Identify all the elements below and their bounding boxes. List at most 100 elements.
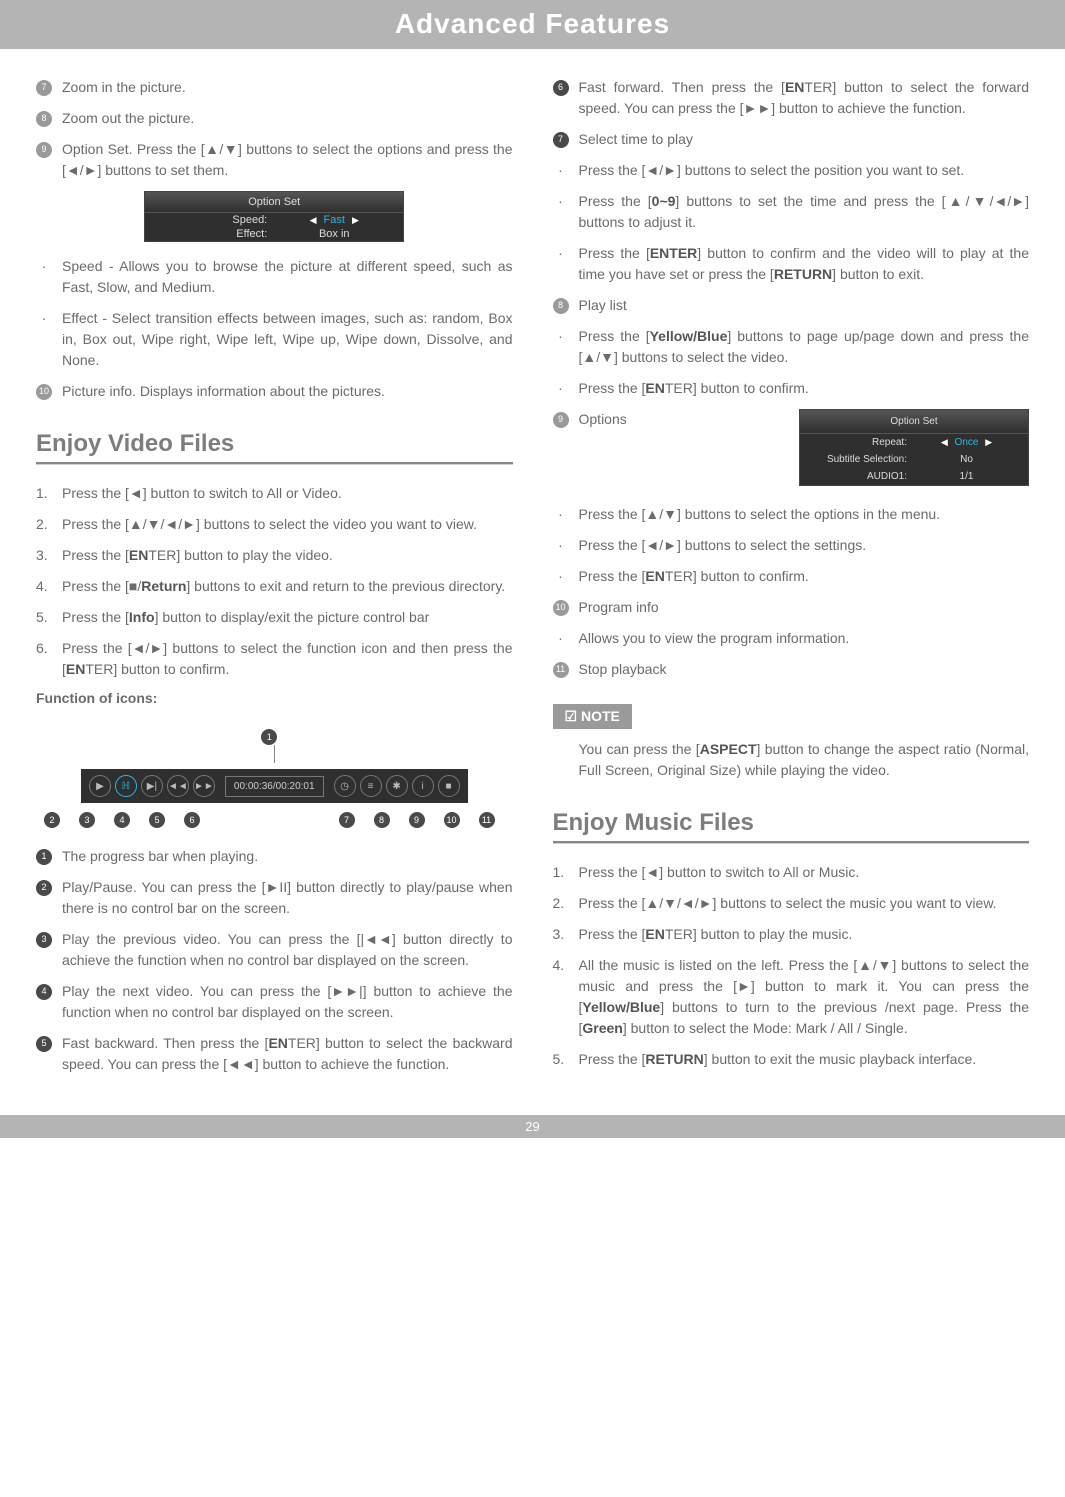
list-icon[interactable]: ≡ [360,775,382,797]
chevron-right-icon[interactable]: ▶ [348,215,363,225]
number-badge: 7 [339,812,355,828]
option-set-title: Option Set [800,410,1028,434]
dot-icon: · [553,160,569,181]
badge-9: 9 [553,412,569,428]
bullet-item: · Press the [ENTER] button to confirm. [553,566,1030,587]
bullet-item: · Press the [▲/▼] buttons to select the … [553,504,1030,525]
clock-icon[interactable]: ◷ [334,775,356,797]
item-text: Press the [◄/►] buttons to select the po… [579,160,1030,181]
icon-item: 8 Zoom out the picture. [36,108,513,129]
badge-11: 11 [553,662,569,678]
item-text: Press the [■/Return] buttons to exit and… [62,576,513,597]
section-rule [553,841,1030,844]
number-badge: 2 [44,812,60,828]
section-heading-video: Enjoy Video Files [36,430,513,458]
ffwd-icon[interactable]: ►► [193,775,215,797]
list-item: 5. Press the [RETURN] button to exit the… [553,1049,1030,1070]
number-badge: 6 [553,80,569,96]
list-number: 3. [553,924,573,945]
item-text: Zoom in the picture. [62,77,513,98]
bullet-item: · Press the [0~9] buttons to set the tim… [553,191,1030,233]
item-text: Allows you to view the program informati… [579,628,1030,649]
play-icon[interactable]: ▶ [89,775,111,797]
item-text: Stop playback [579,659,1030,680]
list-item: 6. Press the [◄/►] buttons to select the… [36,638,513,680]
list-item: 3. Press the [ENTER] button to play the … [36,545,513,566]
badge-8: 8 [553,298,569,314]
number-badge: 4 [36,984,52,1000]
rewind-icon[interactable]: ◄◄ [167,775,189,797]
option-set-picture: Option Set Speed: ◀ Fast ▶ Effect: Box i… [144,191,404,242]
badge-10: 10 [36,384,52,400]
item-text: Fast forward. Then press the [ENTER] but… [579,77,1030,119]
list-item: 4. Press the [■/Return] buttons to exit … [36,576,513,597]
item-text: Options Option Set Repeat: ◀ Once ▶ Subt… [579,409,1030,494]
item-text: The progress bar when playing. [62,846,513,867]
dot-icon: · [553,628,569,649]
list-item: 1. Press the [◄] button to switch to All… [553,862,1030,883]
option-value: ◀ Fast ▶ [281,214,387,226]
icon-item: 2 Play/Pause. You can press the [►II] bu… [36,877,513,919]
dot-icon: · [553,504,569,525]
option-row[interactable]: Subtitle Selection: No [800,451,1028,468]
content-columns: 7 Zoom in the picture. 8 Zoom out the pi… [0,77,1065,1115]
number-badge: 10 [444,812,460,828]
option-value: Box in [281,228,387,240]
right-column: 6 Fast forward. Then press the [ENTER] b… [553,77,1030,1085]
list-number: 5. [36,607,56,628]
list-item: 5. Press the [Info] button to display/ex… [36,607,513,628]
item-text: Play list [579,295,1030,316]
bullet-item: · Press the [◄/►] buttons to select the … [553,535,1030,556]
item-text: Press the [◄] button to switch to All or… [62,483,513,504]
list-number: 1. [553,862,573,883]
dot-icon: · [36,256,52,277]
prev-icon[interactable]: ℍ [115,775,137,797]
option-row[interactable]: Speed: ◀ Fast ▶ [145,213,403,227]
page-header: Advanced Features [0,0,1065,46]
bullet-item: · Press the [ENTER] button to confirm. [553,378,1030,399]
option-row[interactable]: Effect: Box in [145,227,403,241]
number-badge: 5 [149,812,165,828]
option-label: AUDIO1: [816,469,921,484]
chevron-right-icon[interactable]: ▶ [981,437,996,447]
bullet-item: · Press the [ENTER] button to confirm an… [553,243,1030,285]
number-badge: 11 [479,812,495,828]
icon-item: 1 The progress bar when playing. [36,846,513,867]
left-column: 7 Zoom in the picture. 8 Zoom out the pi… [36,77,513,1085]
option-row[interactable]: Repeat: ◀ Once ▶ [800,434,1028,451]
option-set-title: Option Set [145,192,403,213]
icon-item: 7 Select time to play [553,129,1030,150]
chevron-left-icon[interactable]: ◀ [937,437,952,447]
icon-item: 3 Play the previous video. You can press… [36,929,513,971]
dot-icon: · [553,378,569,399]
dot-icon: · [553,535,569,556]
item-text: Zoom out the picture. [62,108,513,129]
item-text: Fast backward. Then press the [ENTER] bu… [62,1033,513,1075]
gear-icon[interactable]: ✱ [386,775,408,797]
number-badge: 4 [114,812,130,828]
icon-item: 6 Fast forward. Then press the [ENTER] b… [553,77,1030,119]
list-number: 1. [36,483,56,504]
option-label: Effect: [161,228,281,240]
list-item: 2. Press the [▲/▼/◄/►] buttons to select… [36,514,513,535]
icon-item-11: 11 Stop playback [553,659,1030,680]
number-badge: 9 [409,812,425,828]
number-badge: 8 [374,812,390,828]
list-number: 4. [553,955,573,976]
option-label: Repeat: [816,435,921,450]
next-icon[interactable]: ▶| [141,775,163,797]
option-row[interactable]: AUDIO1: 1/1 [800,468,1028,485]
stop-icon[interactable]: ■ [438,775,460,797]
info-icon[interactable]: i [412,775,434,797]
dot-icon: · [553,326,569,347]
number-badge: 1 [36,849,52,865]
item-text: Play the next video. You can press the [… [62,981,513,1023]
time-display: 00:00:36/00:20:01 [225,776,324,797]
option-value: No [921,452,1012,467]
list-number: 6. [36,638,56,659]
chevron-left-icon[interactable]: ◀ [306,215,321,225]
video-control-bar: ▶ ℍ ▶| ◄◄ ►► 00:00:36/00:20:01 ◷ ≡ ✱ i ■ [81,769,468,803]
badge-cb-1: 1 [261,729,277,745]
number-badge: 5 [36,1036,52,1052]
list-item: 3. Press the [ENTER] button to play the … [553,924,1030,945]
